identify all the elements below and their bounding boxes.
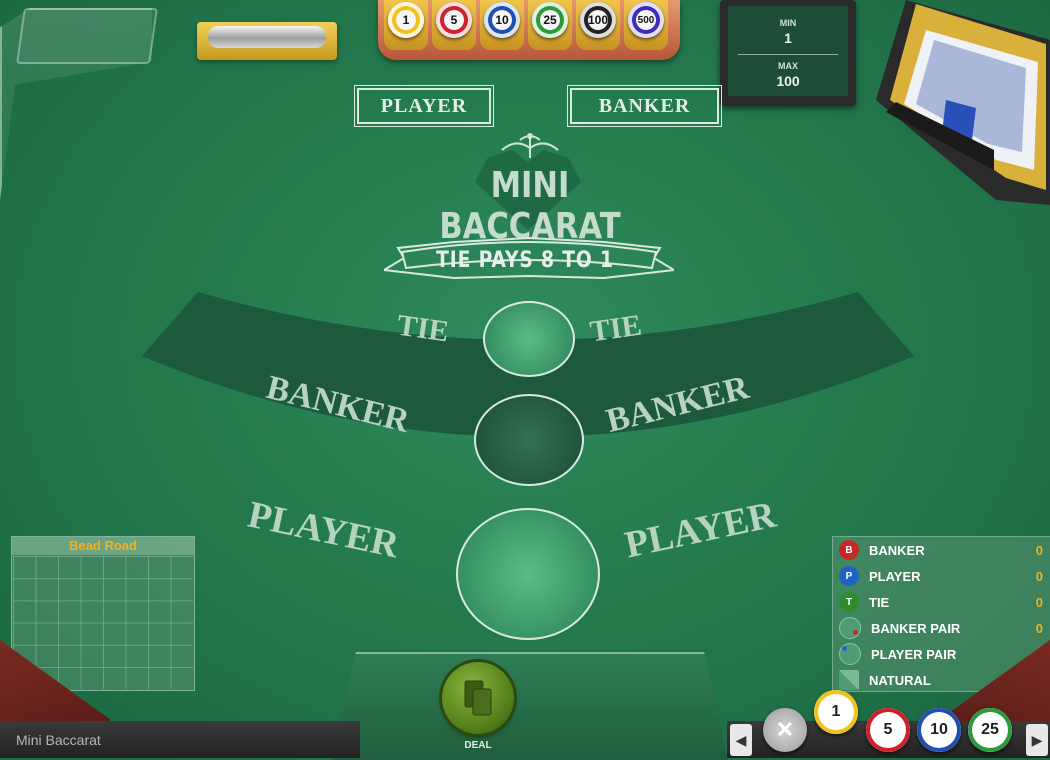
stat-row-player-pair: PLAYER PAIR 0 xyxy=(833,641,1050,667)
tie-circle-icon: T xyxy=(839,592,859,612)
stat-row-tie: T TIE 0 xyxy=(833,589,1050,615)
player-circle-icon: P xyxy=(839,566,859,586)
blue-dot-icon xyxy=(842,646,847,651)
tie-bet-spot[interactable] xyxy=(483,301,575,377)
stat-row-player: P PLAYER 0 xyxy=(833,563,1050,589)
bead-road-title: Bead Road xyxy=(12,537,194,555)
max-label: MAX xyxy=(778,61,798,71)
red-dot-icon xyxy=(853,630,858,635)
card-shoe xyxy=(876,0,1050,205)
min-label: MIN xyxy=(779,18,797,28)
rack-chip-25: 25 xyxy=(532,2,568,38)
limits-panel: MIN 1 MAX 100 xyxy=(728,6,848,96)
discard-tray-lid xyxy=(16,8,158,64)
rack-chip-10: 10 xyxy=(484,2,520,38)
stat-value: 0 xyxy=(1035,568,1043,584)
min-value: 1 xyxy=(784,30,792,46)
banker-circle-icon: B xyxy=(839,540,859,560)
banker-bet-spot[interactable] xyxy=(474,394,584,486)
tie-label-right: TIE xyxy=(587,308,644,349)
arrow-left-icon: ◀ xyxy=(735,731,747,748)
player-pair-icon xyxy=(839,643,861,665)
arrow-right-icon: ▶ xyxy=(1031,731,1043,748)
rack-slot: 25 xyxy=(528,0,572,50)
cards-icon xyxy=(464,680,492,716)
tie-label-left: TIE xyxy=(395,308,451,349)
rack-chip-100: 100 xyxy=(580,2,616,38)
rack-chip-1: 1 xyxy=(388,2,424,38)
rack-slot: 10 xyxy=(480,0,524,50)
rack-slot: 500 xyxy=(624,0,668,50)
limits-divider xyxy=(738,54,838,55)
rack-slot: 1 xyxy=(384,0,428,50)
deal-button[interactable] xyxy=(442,662,514,734)
stat-label: BANKER PAIR xyxy=(871,620,961,636)
drop-box-paddle xyxy=(208,26,326,48)
player-bet-spot[interactable] xyxy=(456,508,600,640)
rack-chip-500: 500 xyxy=(628,2,664,38)
player-hand-box: PLAYER xyxy=(354,85,494,127)
stat-row-banker-pair: BANKER PAIR 0 xyxy=(833,615,1050,641)
rack-chip-5: 5 xyxy=(436,2,472,38)
player-label-right: PLAYER xyxy=(621,493,780,567)
deal-panel xyxy=(332,652,728,760)
stat-row-banker: B BANKER 0 xyxy=(833,537,1050,563)
stat-label: PLAYER PAIR xyxy=(871,646,957,662)
bead-road-panel: Bead Road xyxy=(11,536,195,691)
chip-25-button[interactable]: 25 xyxy=(968,708,1012,752)
chip-scroll-left-button[interactable]: ◀ xyxy=(730,724,752,756)
stat-value: 0 xyxy=(1035,620,1043,636)
rack-slot: 100 xyxy=(576,0,620,50)
stat-label: BANKER xyxy=(869,542,925,558)
natural-triangle-icon xyxy=(839,670,859,690)
tie-pays-text: TIE PAYS 8 TO 1 xyxy=(436,248,614,273)
banker-hand-box: BANKER xyxy=(567,85,722,127)
chip-rack: 1 5 10 25 100 500 xyxy=(378,0,680,60)
chip-1-button[interactable]: 1 xyxy=(814,690,858,734)
chip-5-button[interactable]: 5 xyxy=(866,708,910,752)
stat-value: 0 xyxy=(1035,542,1043,558)
chip-scroll-right-button[interactable]: ▶ xyxy=(1026,724,1048,756)
max-value: 100 xyxy=(776,73,800,89)
close-icon: ✕ xyxy=(775,717,795,742)
clear-bets-button[interactable]: ✕ xyxy=(763,708,807,752)
player-label-left: PLAYER xyxy=(244,493,403,567)
stat-label: PLAYER xyxy=(869,568,921,584)
deal-label: DEAL xyxy=(464,740,492,751)
table-limits-sign: MIN 1 MAX 100 xyxy=(720,0,856,106)
stat-label: TIE xyxy=(869,594,890,610)
banker-pair-icon xyxy=(839,617,861,639)
game-title: Mini Baccarat xyxy=(16,732,101,748)
rack-slot: 5 xyxy=(432,0,476,50)
stat-value: 0 xyxy=(1035,594,1043,610)
chip-10-button[interactable]: 10 xyxy=(917,708,961,752)
